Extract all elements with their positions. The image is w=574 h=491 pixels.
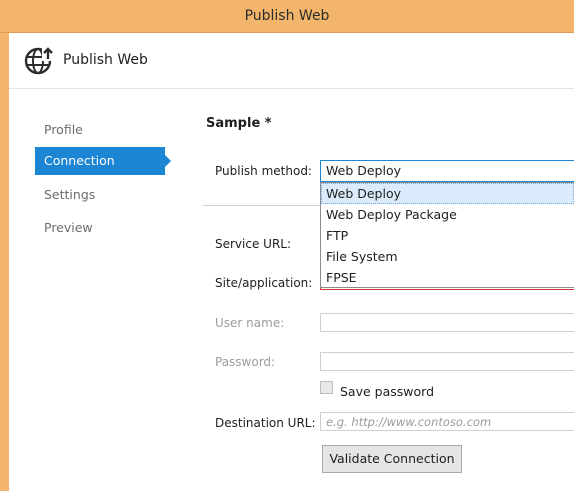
wizard-sidebar: Profile Connection Settings Preview — [9, 89, 179, 491]
user-name-label: User name: — [215, 316, 285, 330]
password-input[interactable] — [320, 352, 574, 371]
dialog-header: Publish Web — [9, 33, 574, 89]
destination-url-input[interactable]: e.g. http://www.contoso.com — [320, 412, 574, 431]
user-name-input[interactable] — [320, 313, 574, 332]
sidebar-item-connection[interactable]: Connection — [35, 147, 171, 175]
save-password-label: Save password — [340, 384, 435, 399]
destination-url-placeholder: e.g. http://www.contoso.com — [326, 415, 492, 429]
publish-method-dropdown-list: Web Deploy Web Deploy Package FTP File S… — [320, 182, 574, 288]
publish-method-label: Publish method: — [215, 164, 312, 178]
sidebar-item-preview[interactable]: Preview — [35, 214, 165, 242]
password-label: Password: — [215, 355, 276, 369]
window-titlebar: Publish Web — [0, 0, 574, 33]
connection-panel: Sample * Publish method: Web Deploy Serv… — [180, 89, 574, 491]
save-password-checkbox[interactable] — [320, 381, 333, 394]
validate-connection-button[interactable]: Validate Connection — [322, 445, 462, 473]
sidebar-item-profile[interactable]: Profile — [35, 116, 165, 144]
sidebar-item-settings[interactable]: Settings — [35, 181, 165, 209]
globe-publish-icon — [23, 45, 55, 77]
window-title: Publish Web — [244, 8, 330, 24]
dropdown-option-ftp[interactable]: FTP — [321, 225, 574, 246]
dropdown-option-fpse[interactable]: FPSE — [321, 267, 574, 288]
window-frame-left — [0, 33, 9, 491]
publish-method-select[interactable]: Web Deploy — [320, 160, 574, 182]
dropdown-option-file-system[interactable]: File System — [321, 246, 574, 267]
dropdown-option-web-deploy-package[interactable]: Web Deploy Package — [321, 204, 574, 225]
dropdown-option-web-deploy[interactable]: Web Deploy — [321, 183, 574, 204]
site-application-label: Site/application: — [215, 276, 313, 290]
profile-name-title: Sample * — [206, 116, 272, 131]
service-url-label: Service URL: — [215, 237, 292, 251]
destination-url-label: Destination URL: — [215, 416, 316, 430]
dialog-title: Publish Web — [63, 52, 148, 68]
